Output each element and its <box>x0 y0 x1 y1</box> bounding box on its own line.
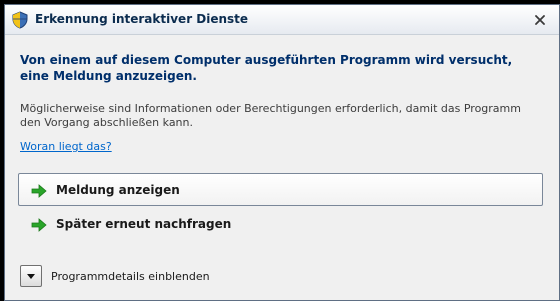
title-bar[interactable]: Erkennung interaktiver Dienste <box>5 5 559 35</box>
green-arrow-icon <box>31 183 47 198</box>
dialog-content: Von einem auf diesem Computer ausgeführt… <box>5 36 559 300</box>
close-button[interactable] <box>529 11 551 29</box>
show-message-label: Meldung anzeigen <box>56 183 180 197</box>
screen-frame: Erkennung interaktiver Dienste Von einem… <box>0 0 560 301</box>
window-title: Erkennung interaktiver Dienste <box>35 12 249 26</box>
details-toggle-label[interactable]: Programmdetails einblenden <box>51 270 210 283</box>
show-message-button[interactable]: Meldung anzeigen <box>18 173 543 206</box>
close-icon <box>535 15 545 25</box>
ask-later-label: Später erneut nachfragen <box>56 217 232 231</box>
details-toggle-button[interactable] <box>20 265 42 287</box>
ask-later-button[interactable]: Später erneut nachfragen <box>18 207 543 240</box>
help-link[interactable]: Woran liegt das? <box>20 140 112 153</box>
main-instruction: Von einem auf diesem Computer ausgeführt… <box>20 53 513 83</box>
chevron-down-icon <box>27 274 35 279</box>
shield-icon <box>11 11 29 29</box>
supplemental-text: Möglicherweise sind Informationen oder B… <box>20 102 521 129</box>
green-arrow-icon <box>31 217 47 232</box>
dialog-window: Erkennung interaktiver Dienste Von einem… <box>4 4 560 301</box>
